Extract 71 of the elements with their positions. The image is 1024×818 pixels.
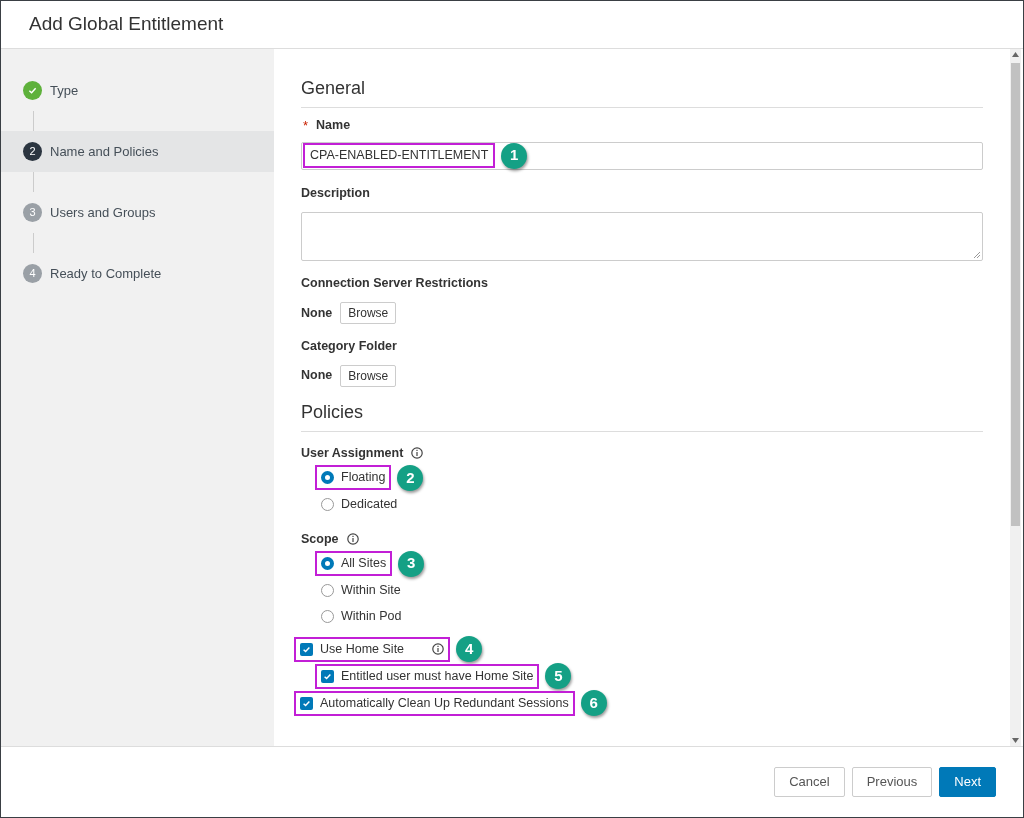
radio-option[interactable]: Dedicated — [321, 494, 398, 514]
info-icon[interactable] — [432, 643, 445, 656]
checkbox[interactable] — [300, 642, 313, 656]
next-button[interactable]: Next — [939, 767, 996, 797]
radio-option[interactable]: Within Site — [321, 580, 401, 600]
required-mark: * — [303, 117, 309, 135]
radio-button[interactable] — [321, 497, 334, 511]
field-label: User Assignment — [301, 444, 404, 462]
checkbox-label: Use Home Site — [320, 640, 405, 658]
checkbox-option[interactable]: Entitled user must have Home Site — [321, 666, 534, 686]
radio-button[interactable] — [321, 583, 334, 597]
field-label: Scope — [301, 530, 339, 548]
name-input[interactable]: CPA-ENABLED-ENTITLEMENT 1 — [301, 141, 983, 170]
scroll-down-arrow-icon[interactable] — [1012, 738, 1019, 743]
checkbox-label: Entitled user must have Home Site — [341, 667, 534, 685]
picker-value: None — [301, 367, 333, 385]
highlighted-input-value: CPA-ENABLED-ENTITLEMENT — [303, 143, 496, 168]
step-number: 3 — [23, 203, 42, 222]
wizard-step[interactable]: 2 Name and Policies — [1, 131, 274, 172]
resize-handle-icon[interactable] — [973, 251, 980, 259]
info-icon[interactable] — [411, 447, 424, 460]
callout-number-badge: 2 — [397, 464, 424, 491]
field-label: Category Folder — [301, 338, 398, 355]
step-label: Name and Policies — [50, 142, 159, 161]
footer-button[interactable]: Previous — [851, 767, 933, 797]
callout-number-badge: 5 — [545, 663, 572, 690]
callout-number-badge: 1 — [501, 142, 528, 169]
step-number: 4 — [23, 264, 42, 283]
check-icon — [302, 644, 311, 654]
dialog-title: Add Global Entitlement — [29, 12, 224, 37]
checkbox-option[interactable]: Automatically Clean Up Redundant Sessions — [300, 693, 569, 713]
scrollbar[interactable] — [1010, 49, 1021, 746]
radio-option[interactable]: Within Pod — [321, 607, 402, 626]
radio-label: Within Site — [341, 581, 401, 599]
wizard-step[interactable]: Type — [1, 70, 274, 111]
section-heading: General — [301, 75, 983, 108]
radio-button[interactable] — [321, 471, 334, 485]
radio-label: Dedicated — [341, 495, 398, 513]
callout-number-badge: 6 — [580, 690, 607, 717]
check-icon — [302, 698, 311, 708]
checkbox[interactable] — [321, 669, 334, 683]
field-label: Description — [301, 184, 371, 202]
step-label: Users and Groups — [50, 203, 156, 222]
description-input[interactable] — [301, 212, 983, 262]
field-label: Connection Server Restrictions — [301, 275, 489, 293]
radio-button[interactable] — [321, 557, 334, 570]
wizard-step[interactable]: 3 Users and Groups — [1, 192, 274, 233]
checkbox-option[interactable]: Use Home Site — [300, 639, 445, 659]
wizard-step[interactable]: 4 Ready to Complete — [1, 253, 274, 294]
radio-button[interactable] — [321, 610, 334, 623]
picker-value: None — [301, 304, 333, 322]
section-heading: Policies — [301, 398, 983, 432]
radio-label: Within Pod — [341, 608, 402, 626]
info-icon[interactable] — [346, 532, 359, 545]
radio-label: Floating — [341, 469, 386, 487]
radio-option[interactable]: All Sites — [321, 554, 387, 573]
checkbox[interactable] — [300, 696, 313, 710]
step-number: 2 — [23, 142, 42, 161]
callout-number-badge: 3 — [398, 550, 425, 577]
browse-button[interactable]: Browse — [340, 364, 397, 387]
scroll-up-arrow-icon[interactable] — [1012, 52, 1019, 57]
browse-button[interactable]: Browse — [340, 302, 397, 324]
check-icon — [323, 671, 332, 681]
step-label: Ready to Complete — [50, 264, 162, 283]
field-label: Name — [316, 117, 351, 135]
radio-option[interactable]: Floating — [321, 468, 386, 488]
radio-label: All Sites — [341, 555, 387, 573]
step-label: Type — [50, 81, 79, 100]
footer-button[interactable]: Cancel — [774, 767, 845, 797]
callout-number-badge: 4 — [456, 636, 483, 663]
checkbox-label: Automatically Clean Up Redundant Sessions — [320, 694, 569, 712]
